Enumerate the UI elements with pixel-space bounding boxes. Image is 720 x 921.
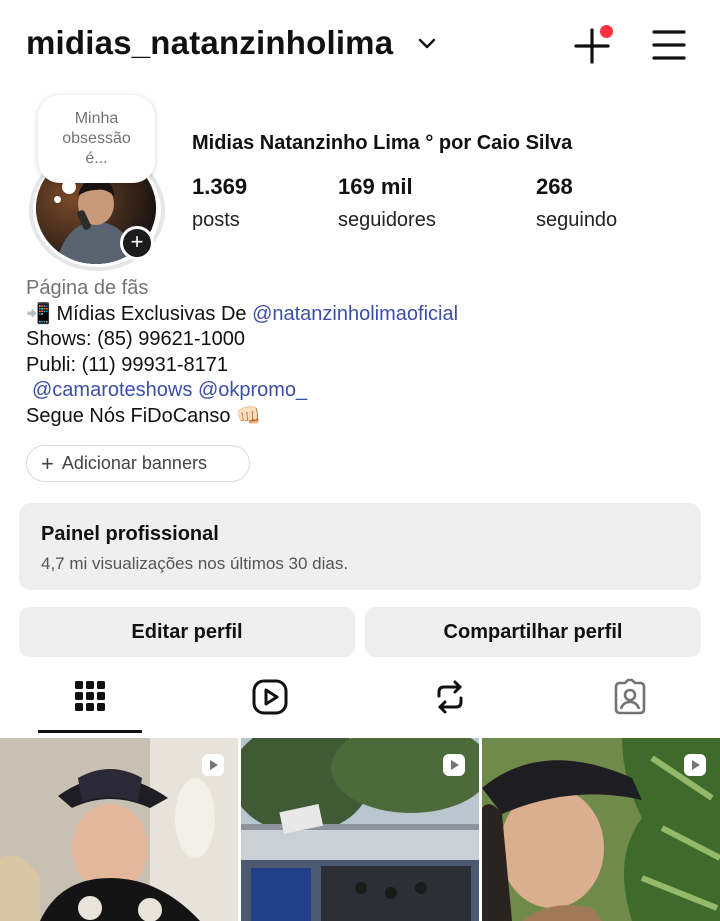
grid-post-1[interactable] — [0, 738, 238, 921]
reel-badge-icon — [202, 754, 224, 776]
add-banners-button[interactable]: + Adicionar banners — [26, 445, 250, 482]
reposts-icon — [437, 680, 463, 714]
stat-posts[interactable]: 1.369 posts — [192, 174, 247, 232]
plus-icon: + — [41, 451, 54, 476]
add-story-plus-icon[interactable]: + — [120, 226, 154, 260]
stat-followers-value: 169 mil — [338, 174, 413, 199]
tab-reels[interactable] — [180, 672, 360, 732]
reel-badge-icon — [684, 754, 706, 776]
profile-category: Página de fãs — [26, 277, 149, 299]
mention-natanzinholimaoficial[interactable]: @natanzinholimaoficial — [252, 303, 458, 325]
stat-followers[interactable]: 169 mil seguidores — [338, 174, 436, 232]
stat-following[interactable]: 268 seguindo — [536, 174, 617, 232]
grid-icon — [75, 681, 105, 711]
note-bubble[interactable]: Minha obsessão é... — [38, 95, 155, 183]
grid-post-2[interactable] — [241, 738, 479, 921]
chevron-down-icon[interactable] — [417, 34, 437, 54]
bio-line-1-text: 📲 Mídias Exclusivas De — [26, 302, 253, 325]
notification-dot — [600, 25, 613, 38]
note-bubble-tail — [62, 180, 76, 194]
share-profile-button[interactable]: Compartilhar perfil — [365, 607, 701, 657]
menu-icon[interactable] — [650, 28, 688, 62]
tagged-icon — [614, 678, 646, 715]
mention-okpromo[interactable]: @okpromo_ — [198, 379, 307, 401]
note-text: Minha obsessão é... — [62, 110, 131, 167]
add-banners-label: Adicionar banners — [61, 453, 207, 473]
bio-line-1: 📲 Mídias Exclusivas De @natanzinholimaof… — [26, 302, 458, 328]
stat-posts-value: 1.369 — [192, 174, 248, 199]
mention-camaroteshows[interactable]: @camaroteshows — [32, 379, 192, 401]
edit-profile-button[interactable]: Editar perfil — [19, 607, 355, 657]
tab-posts-grid[interactable] — [0, 672, 180, 732]
display-name: Midias Natanzinho Lima ° por Caio Silva — [192, 132, 573, 154]
panel-title: Painel profissional — [41, 523, 219, 545]
stat-followers-label: seguidores — [338, 209, 436, 231]
bio-line-shows: Shows: (85) 99621-1000 — [26, 328, 246, 350]
tab-reposts[interactable] — [360, 672, 540, 732]
top-bar: midias_natanzinholima — [0, 0, 720, 90]
grid-post-3[interactable] — [482, 738, 720, 921]
stat-posts-label: posts — [192, 209, 240, 231]
bio-line-mentions: @camaroteshows @okpromo_ — [26, 378, 458, 404]
note-bubble-tail-small — [54, 196, 61, 203]
stat-following-value: 268 — [536, 174, 573, 199]
bio-line-publi: Publi: (11) 99931-8171 — [26, 353, 228, 376]
bio: Página de fãs 📲 Mídias Exclusivas De @na… — [26, 276, 458, 429]
reel-badge-icon — [443, 754, 465, 776]
username-switcher[interactable]: midias_natanzinholima — [26, 24, 393, 62]
professional-dashboard-panel[interactable]: Painel profissional 4,7 mi visualizações… — [19, 503, 701, 590]
reels-icon — [252, 679, 288, 715]
stat-following-label: seguindo — [536, 209, 618, 231]
panel-subtitle: 4,7 mi visualizações nos últimos 30 dias… — [41, 554, 349, 573]
tab-tagged[interactable] — [540, 672, 720, 732]
active-tab-indicator — [38, 730, 142, 733]
bio-line-5: Segue Nós FiDoCanso 👊🏻 — [26, 404, 262, 427]
